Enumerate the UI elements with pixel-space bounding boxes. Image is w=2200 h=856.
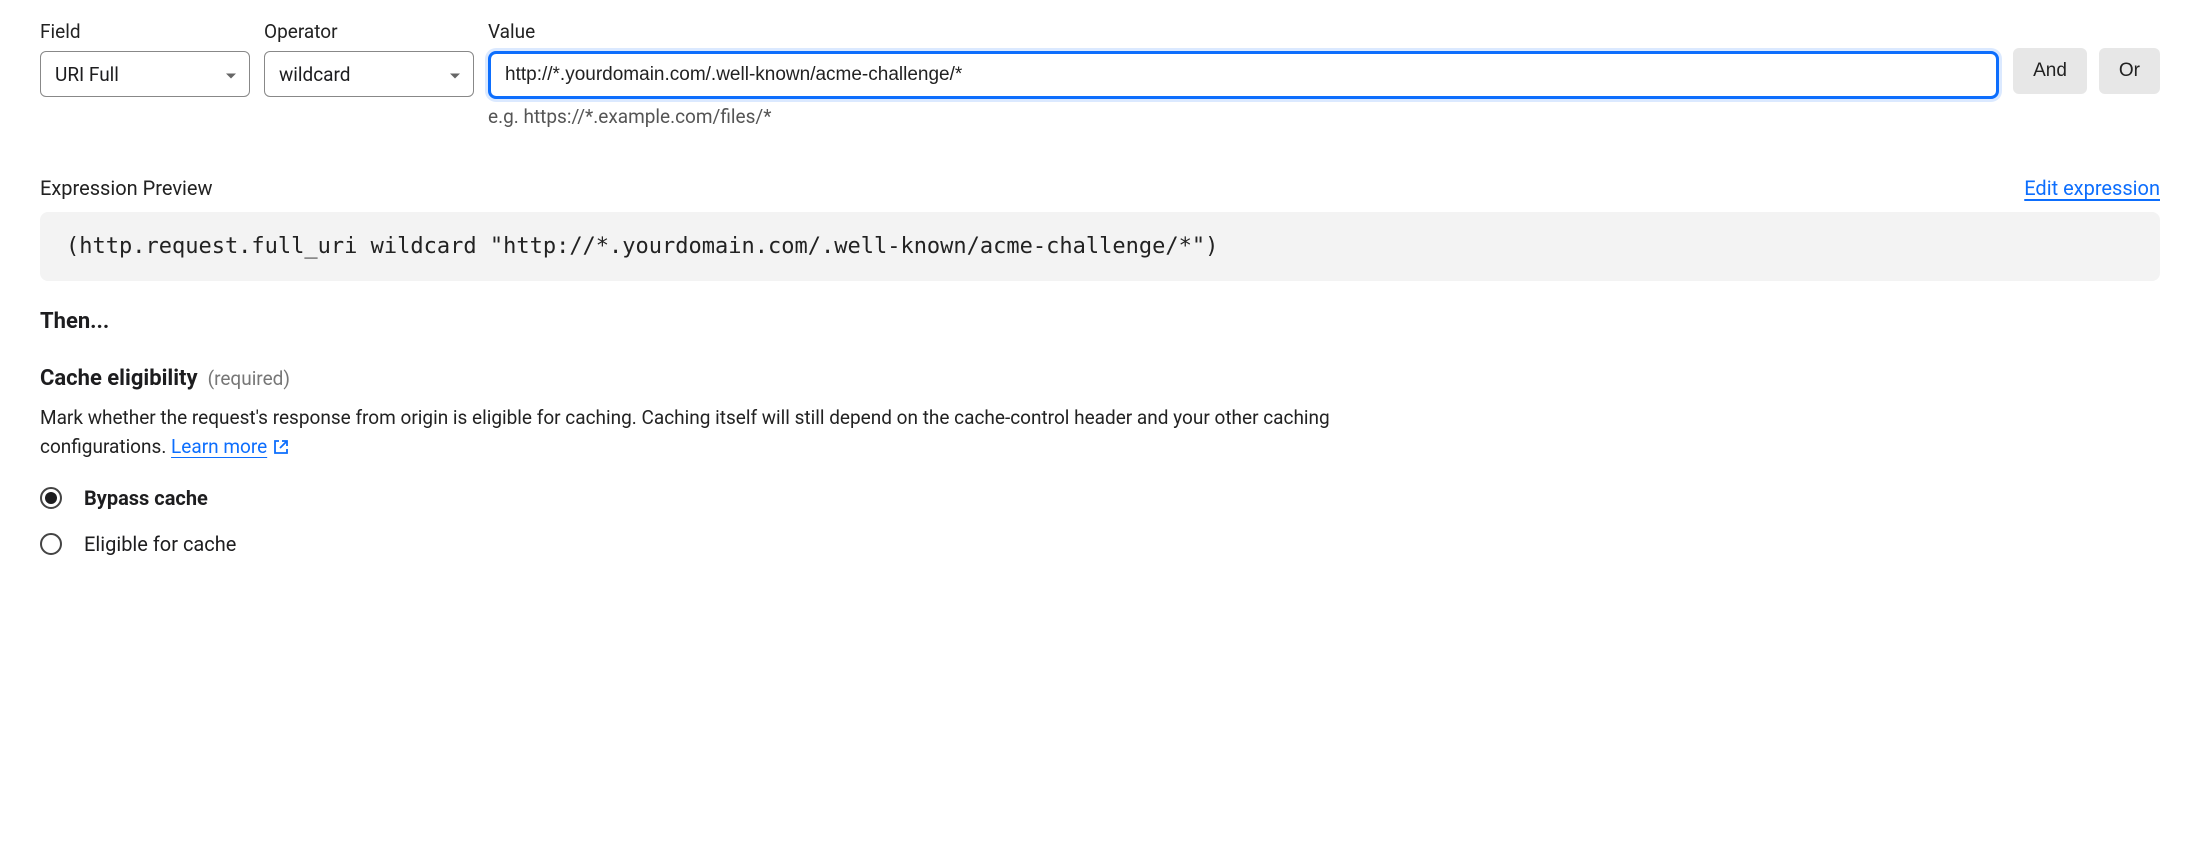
edit-expression-link[interactable]: Edit expression — [2024, 176, 2160, 200]
operator-label: Operator — [264, 20, 474, 43]
radio-icon — [40, 533, 62, 555]
cache-radio-group: Bypass cache Eligible for cache — [40, 486, 2160, 556]
operator-value: wildcard — [279, 63, 351, 86]
or-button[interactable]: Or — [2099, 48, 2160, 94]
learn-more-link[interactable]: Learn more — [171, 435, 289, 458]
chevron-down-icon — [225, 63, 237, 86]
filter-row: Field URI Full Operator wildcard Value e… — [40, 20, 2160, 128]
field-column: Field URI Full — [40, 20, 250, 97]
value-hint: e.g. https://*.example.com/files/* — [488, 105, 1999, 128]
operator-select[interactable]: wildcard — [264, 51, 474, 97]
required-tag: (required) — [208, 367, 290, 390]
cache-eligibility-description: Mark whether the request's response from… — [40, 403, 1460, 464]
radio-label: Eligible for cache — [84, 532, 236, 556]
external-link-icon — [273, 437, 289, 460]
logic-buttons: And Or — [2013, 20, 2160, 94]
field-value: URI Full — [55, 63, 119, 86]
then-heading: Then... — [40, 309, 2160, 334]
expression-preview-label: Expression Preview — [40, 176, 213, 200]
radio-eligible-for-cache[interactable]: Eligible for cache — [40, 532, 2160, 556]
radio-label: Bypass cache — [84, 486, 208, 510]
field-label: Field — [40, 20, 250, 43]
radio-icon — [40, 487, 62, 509]
operator-column: Operator wildcard — [264, 20, 474, 97]
and-button[interactable]: And — [2013, 48, 2087, 94]
expression-preview-box: (http.request.full_uri wildcard "http://… — [40, 212, 2160, 281]
cache-eligibility-header: Cache eligibility (required) — [40, 366, 2160, 391]
value-label: Value — [488, 20, 1999, 43]
value-input[interactable] — [488, 51, 1999, 99]
field-select[interactable]: URI Full — [40, 51, 250, 97]
value-column: Value e.g. https://*.example.com/files/* — [488, 20, 1999, 128]
chevron-down-icon — [449, 63, 461, 86]
cache-eligibility-title: Cache eligibility — [40, 366, 198, 391]
expression-preview-header: Expression Preview Edit expression — [40, 176, 2160, 200]
radio-bypass-cache[interactable]: Bypass cache — [40, 486, 2160, 510]
